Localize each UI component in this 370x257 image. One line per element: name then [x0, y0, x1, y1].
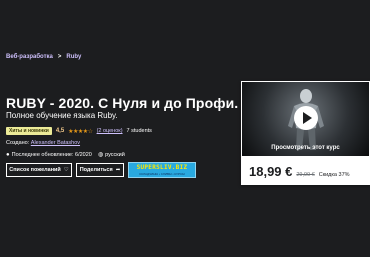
- current-price: 18,99 €: [249, 164, 293, 179]
- alert-icon: ●: [6, 151, 10, 158]
- language-text: русский: [105, 152, 125, 158]
- rating-stars: ★★★★☆: [68, 128, 93, 135]
- breadcrumb-subcategory[interactable]: Ruby: [66, 54, 81, 60]
- share-arrow-icon: ➦: [115, 167, 121, 173]
- students-count: 7 students: [126, 128, 152, 134]
- course-preview[interactable]: Просмотреть этот курс: [242, 82, 369, 156]
- last-updated-text: Последнее обновление: 6/2020: [11, 151, 92, 158]
- rating-row: Хиты и новинки 4,5 ★★★★☆ (2 оценок) 7 st…: [6, 127, 152, 135]
- original-price: 29,99 €: [296, 172, 315, 178]
- created-label: Создано:: [6, 140, 30, 146]
- wishlist-button[interactable]: Список пожеланий ♡: [6, 163, 72, 177]
- last-updated: ● Последнее обновление: 6/2020: [6, 152, 92, 158]
- rating-value: 4,5: [55, 128, 65, 134]
- discount-label: Скидка 37%: [318, 172, 350, 178]
- wishlist-label: Список пожеланий: [9, 167, 61, 173]
- language: ◍ русский: [98, 151, 125, 158]
- breadcrumb: Веб-разработка > Ruby: [6, 54, 81, 60]
- preview-label: Просмотреть этот курс: [271, 145, 340, 151]
- breadcrumb-category[interactable]: Веб-разработка: [6, 54, 53, 60]
- breadcrumb-separator: >: [57, 54, 62, 60]
- author-link[interactable]: Alexander Batashov: [31, 140, 80, 146]
- banner-title: SUPERSLIV.BIZ: [136, 164, 188, 171]
- price-row: 18,99 € 29,99 € Скидка 37%: [249, 164, 350, 179]
- page-title: RUBY - 2020. С Нуля и до Профи.: [6, 95, 239, 111]
- share-button[interactable]: Поделиться ➦: [76, 163, 124, 177]
- creator-line: Создано: Alexander Batashov: [6, 140, 80, 146]
- play-icon[interactable]: [294, 106, 318, 130]
- bestseller-badge: Хиты и новинки: [6, 127, 52, 135]
- course-sidebar-card: Просмотреть этот курс 18,99 € 29,99 € Ск…: [241, 81, 370, 185]
- ratings-count-link[interactable]: (2 оценок): [97, 128, 123, 134]
- share-label: Поделиться: [79, 167, 113, 173]
- globe-icon: ◍: [97, 152, 104, 158]
- heart-icon: ♡: [63, 167, 69, 173]
- course-meta: ● Последнее обновление: 6/2020 ◍ русский: [6, 151, 125, 159]
- banner-subtitle: СКЛАДЧИНЫ • СЛИВЫ • КУРСЫ: [139, 172, 185, 176]
- promo-banner[interactable]: SUPERSLIV.BIZ СКЛАДЧИНЫ • СЛИВЫ • КУРСЫ: [128, 162, 196, 178]
- course-subtitle: Полное обучение языка Ruby.: [6, 111, 118, 120]
